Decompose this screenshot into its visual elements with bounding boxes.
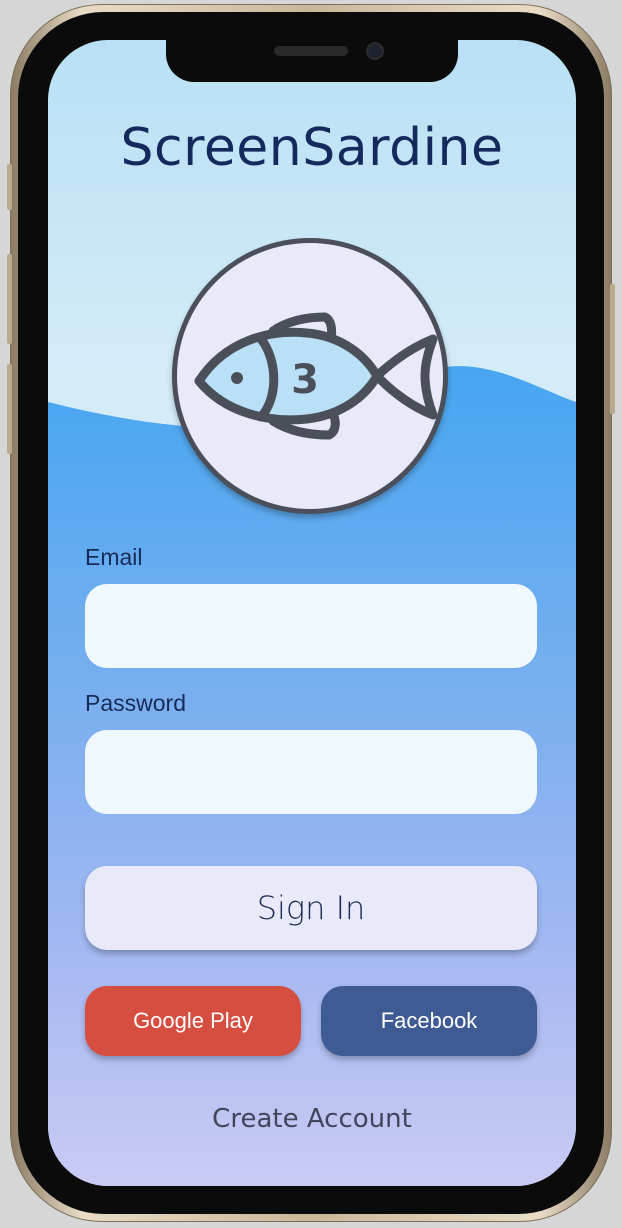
app-logo: 3 (172, 238, 448, 514)
power-button (610, 284, 615, 414)
google-play-button[interactable]: Google Play (85, 986, 301, 1056)
volume-down-button (7, 254, 12, 344)
volume-button (7, 364, 12, 454)
create-account-link[interactable]: Create Account (48, 1104, 576, 1134)
notch (166, 40, 458, 82)
facebook-button[interactable]: Facebook (321, 986, 537, 1056)
app-screen: ScreenSardine 3 Email Password Sign In G… (48, 40, 576, 1186)
app-title: ScreenSardine (120, 118, 504, 178)
fish-number: 3 (291, 357, 319, 403)
fish-eye (231, 372, 243, 384)
password-field[interactable] (85, 730, 537, 814)
sign-in-button[interactable]: Sign In (85, 866, 537, 950)
volume-up-button (7, 164, 12, 210)
camera-icon (368, 44, 382, 58)
fish-icon: 3 (194, 312, 438, 440)
email-field[interactable] (85, 584, 537, 668)
password-label: Password (85, 690, 186, 716)
speaker (274, 46, 348, 56)
email-label: Email (85, 544, 143, 570)
